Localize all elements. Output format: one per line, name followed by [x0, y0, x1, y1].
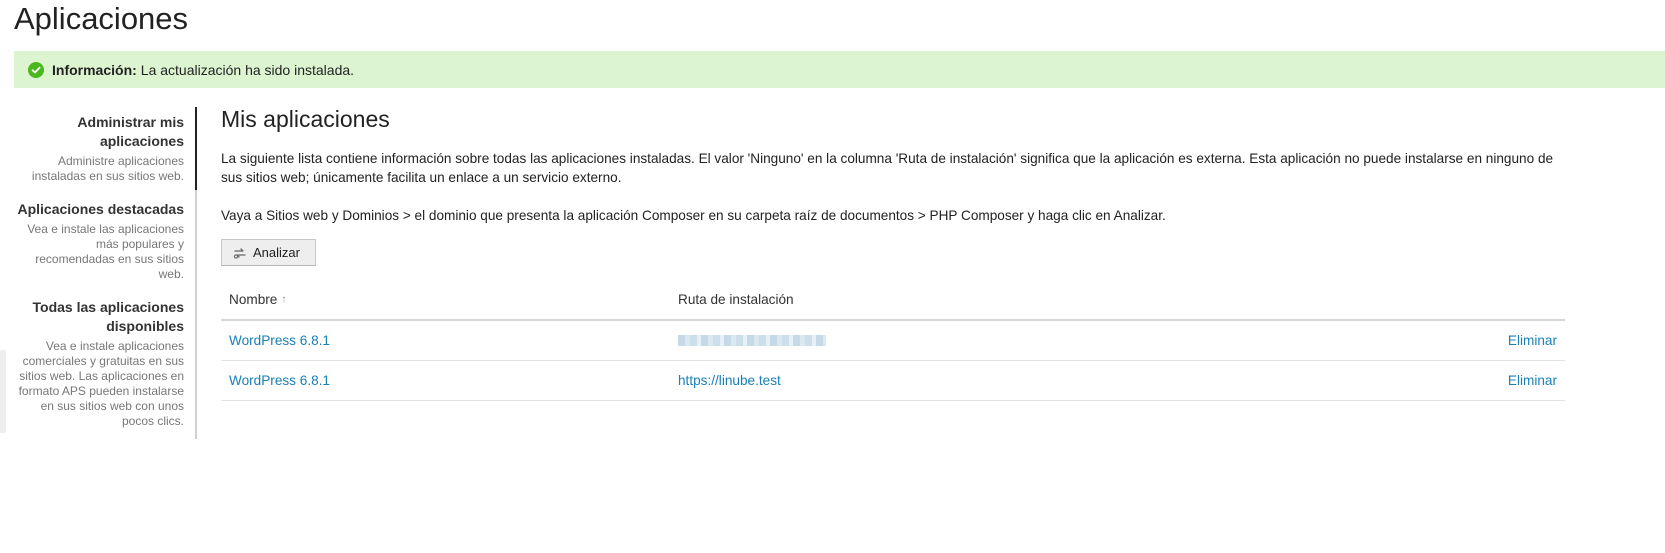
column-header-name-label: Nombre [229, 292, 278, 307]
sidebar-item-all-apps[interactable]: Todas las aplicaciones disponibles Vea e… [14, 298, 184, 429]
sidebar-item-title: Todas las aplicaciones disponibles [32, 299, 184, 334]
sidebar: Administrar mis aplicaciones Administre … [0, 107, 197, 439]
column-header-name[interactable]: Nombre ↑ [229, 280, 286, 319]
sidebar-active-indicator [195, 107, 197, 190]
sidebar-item-manage-apps[interactable]: Administrar mis aplicaciones Administre … [24, 113, 184, 184]
info-message: Información: La actualización ha sido in… [14, 51, 1665, 88]
app-name-link[interactable]: WordPress 6.8.1 [229, 373, 330, 388]
message-label: Información: [52, 61, 137, 78]
composer-instructions: Vaya a Sitios web y Dominios > el domini… [221, 208, 1166, 223]
check-circle-icon [28, 61, 44, 78]
app-name-link[interactable]: WordPress 6.8.1 [229, 333, 330, 348]
message-text: La actualización ha sido instalada. [140, 61, 355, 78]
table-row: WordPress 6.8.1 https://linube.test Elim… [221, 361, 1565, 401]
sidebar-item-desc: Administre aplicaciones instaladas en su… [31, 154, 184, 183]
sidebar-collapse-handle[interactable] [0, 350, 6, 433]
scan-icon [233, 247, 246, 259]
install-path-link[interactable]: https://linube.test [678, 373, 781, 388]
page-title: Aplicaciones [14, 1, 189, 36]
sidebar-item-title: Administrar mis aplicaciones [77, 114, 184, 149]
sidebar-item-desc: Vea e instale las aplicaciones más popul… [27, 222, 184, 281]
delete-link[interactable]: Eliminar [1508, 333, 1557, 348]
delete-link[interactable]: Eliminar [1508, 373, 1557, 388]
install-path-redacted [678, 335, 826, 346]
column-header-path: Ruta de instalación [678, 292, 794, 307]
sidebar-item-featured-apps[interactable]: Aplicaciones destacadas Vea e instale la… [16, 200, 184, 282]
table-header: Nombre ↑ Ruta de instalación [221, 280, 1565, 321]
sidebar-item-title: Aplicaciones destacadas [17, 201, 184, 217]
sort-arrow-icon: ↑ [281, 294, 287, 305]
description-paragraph: La siguiente lista contiene información … [221, 151, 1554, 185]
table-row: WordPress 6.8.1 Eliminar [221, 321, 1565, 361]
main-content: Mis aplicaciones La siguiente lista cont… [221, 105, 1665, 401]
apps-table: Nombre ↑ Ruta de instalación WordPress 6… [221, 280, 1565, 401]
sidebar-item-desc: Vea e instale aplicaciones comerciales y… [18, 339, 184, 428]
analyze-button-label: Analizar [253, 245, 300, 260]
section-title: Mis aplicaciones [221, 106, 390, 132]
analyze-button[interactable]: Analizar [221, 239, 316, 266]
